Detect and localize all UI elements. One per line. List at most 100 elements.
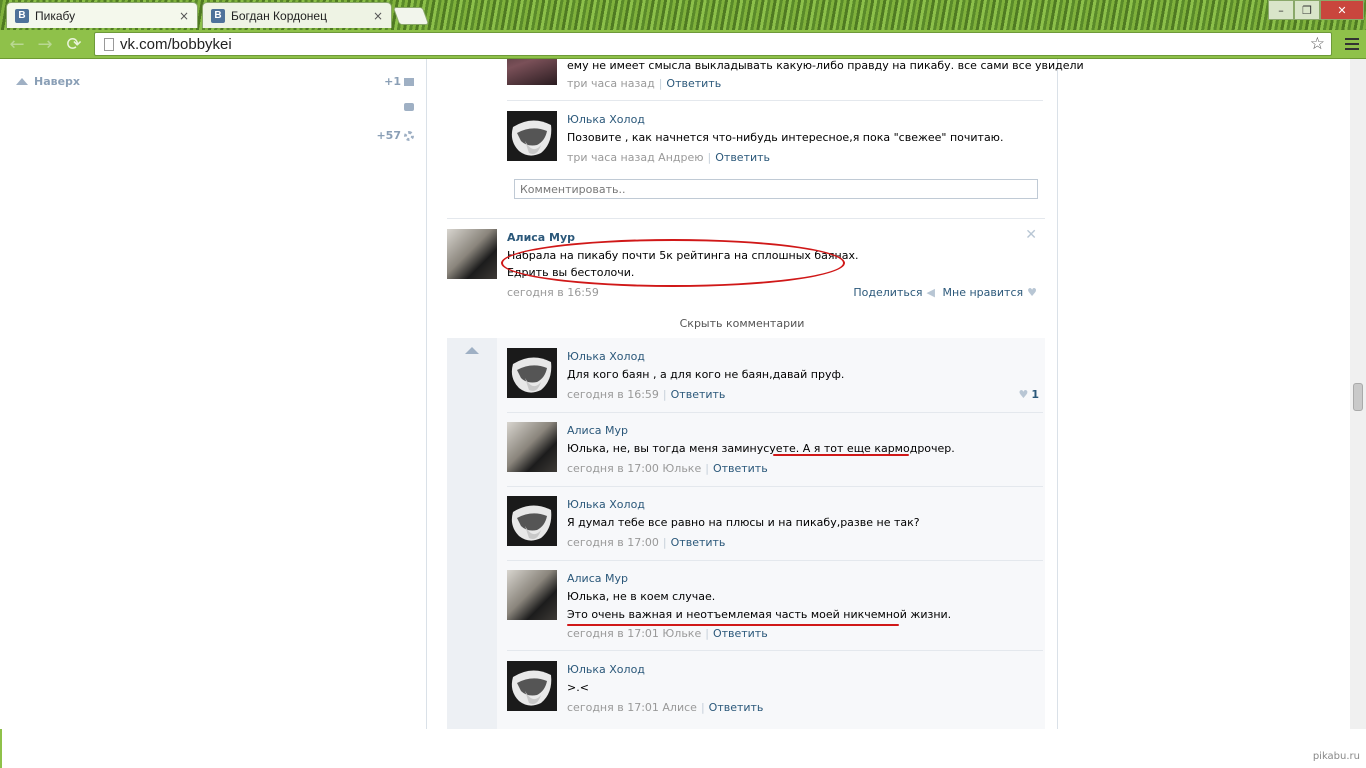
comment-text: Для кого баян , а для кого не баян,давай… bbox=[567, 368, 845, 381]
comment-time: три часа назад Андрею bbox=[567, 151, 704, 164]
scroll-up-link[interactable]: Наверх bbox=[16, 75, 80, 88]
reply-link[interactable]: Ответить bbox=[709, 701, 764, 714]
divider bbox=[507, 412, 1043, 413]
messages-counter[interactable]: +1 bbox=[384, 75, 414, 88]
tab-close-icon[interactable]: × bbox=[373, 9, 383, 23]
reply-link[interactable]: Ответить bbox=[713, 462, 768, 475]
comment-item: Алиса Мур Юлька, не, вы тогда меня замин… bbox=[507, 422, 1043, 496]
notifications-count: +57 bbox=[376, 129, 401, 142]
reply-link[interactable]: Ответить bbox=[715, 151, 770, 164]
comment-line: Это очень важная и неотъемлемая часть мо… bbox=[567, 608, 952, 621]
red-annotation-underline bbox=[567, 624, 899, 626]
rolling-stones-logo-icon bbox=[507, 111, 557, 161]
vk-page: Наверх +1 +57 ему не имеет смысла выклад… bbox=[0, 59, 1366, 729]
like-count: 1 bbox=[1031, 388, 1039, 401]
comment-time: сегодня в 17:01 Алисе bbox=[567, 701, 697, 714]
left-gutter: Наверх +1 +57 bbox=[0, 59, 426, 729]
comment-item: ему не имеет смысла выкладывать какую-ли… bbox=[507, 59, 1084, 103]
comment-text: ему не имеет смысла выкладывать какую-ли… bbox=[567, 59, 1084, 72]
rolling-stones-logo-icon bbox=[507, 661, 557, 711]
tab-title: Пикабу bbox=[35, 8, 76, 23]
url-text: vk.com/bobbykei bbox=[120, 35, 232, 53]
comment-meta: сегодня в 17:01 Юльке | Ответить bbox=[567, 627, 768, 640]
like-button[interactable]: Мне нравится ♥ bbox=[943, 286, 1037, 299]
back-arrow-icon[interactable]: ← bbox=[6, 33, 28, 55]
reply-link[interactable]: Ответить bbox=[666, 77, 721, 90]
comment-meta: сегодня в 17:00 | Ответить bbox=[567, 536, 726, 549]
vk-favicon-icon: B bbox=[211, 8, 225, 23]
comment-author[interactable]: Юлька Холод bbox=[567, 498, 645, 511]
divider bbox=[507, 100, 1043, 101]
avatar[interactable] bbox=[507, 422, 557, 472]
window-edge bbox=[0, 729, 2, 768]
avatar[interactable] bbox=[507, 111, 557, 161]
comment-author[interactable]: Юлька Холод bbox=[567, 350, 645, 363]
comment-meta: сегодня в 17:00 Юльке | Ответить bbox=[567, 462, 768, 475]
bookmark-star-icon[interactable]: ☆ bbox=[1310, 34, 1325, 54]
wall-content: ему не имеет смысла выкладывать какую-ли… bbox=[426, 59, 1084, 729]
comment-time: сегодня в 17:01 Юльке bbox=[567, 627, 702, 640]
comment-item: Юлька Холод >.< сегодня в 17:01 Алисе | От… bbox=[507, 661, 1043, 729]
maximize-button[interactable]: ❐ bbox=[1294, 0, 1320, 20]
red-annotation-ellipse bbox=[501, 239, 845, 287]
avatar[interactable] bbox=[507, 348, 557, 398]
share-button[interactable]: Поделиться ◀ bbox=[853, 286, 935, 299]
avatar[interactable] bbox=[507, 59, 557, 85]
address-bar[interactable]: vk.com/bobbykei ☆ bbox=[94, 32, 1332, 56]
mail-icon bbox=[404, 77, 414, 86]
reply-link[interactable]: Ответить bbox=[671, 388, 726, 401]
scroll-thumb[interactable] bbox=[1353, 383, 1363, 411]
avatar[interactable] bbox=[507, 570, 557, 620]
comment-time: сегодня в 16:59 bbox=[567, 388, 659, 401]
comment-author[interactable]: Юлька Холод bbox=[567, 663, 645, 676]
comment-meta: сегодня в 16:59 | Ответить bbox=[567, 388, 726, 401]
share-label: Поделиться bbox=[853, 286, 923, 299]
page-scrollbar[interactable] bbox=[1350, 59, 1366, 729]
divider bbox=[507, 650, 1043, 651]
hide-comments-link[interactable]: Скрыть комментарии bbox=[427, 317, 1057, 330]
watermark: pikabu.ru bbox=[1312, 751, 1360, 762]
close-icon[interactable]: ✕ bbox=[1025, 227, 1037, 243]
post-author[interactable]: Алиса Мур bbox=[507, 231, 575, 244]
collapse-up-icon[interactable] bbox=[465, 347, 479, 354]
red-annotation-underline bbox=[773, 454, 909, 456]
comment-author[interactable]: Алиса Мур bbox=[567, 572, 628, 585]
comment-like-button[interactable]: ♥ 1 bbox=[1018, 388, 1039, 401]
tab-title: Богдан Кордонец bbox=[231, 8, 327, 23]
avatar[interactable] bbox=[447, 229, 497, 279]
window-close-button[interactable]: ✕ bbox=[1320, 0, 1364, 20]
messages-count: +1 bbox=[384, 75, 401, 88]
megaphone-icon: ◀ bbox=[926, 286, 935, 299]
comment-line: Юлька, не в коем случае. bbox=[567, 590, 716, 603]
avatar[interactable] bbox=[507, 496, 557, 546]
avatar[interactable] bbox=[507, 661, 557, 711]
replies-rail bbox=[447, 338, 497, 729]
new-tab-button[interactable] bbox=[392, 7, 430, 25]
comment-item: Алиса Мур Юлька, не в коем случае. Это о… bbox=[507, 570, 1043, 660]
comment-author[interactable]: Алиса Мур bbox=[567, 424, 628, 437]
forward-arrow-icon[interactable]: → bbox=[34, 33, 56, 55]
minimize-button[interactable]: – bbox=[1268, 0, 1294, 20]
reply-link[interactable]: Ответить bbox=[671, 536, 726, 549]
reload-icon[interactable]: ⟳ bbox=[63, 33, 85, 55]
rolling-stones-logo-icon bbox=[507, 348, 557, 398]
menu-icon[interactable] bbox=[1342, 34, 1362, 54]
post-time[interactable]: сегодня в 16:59 bbox=[507, 286, 599, 299]
tab-pikabu[interactable]: B Пикабу × bbox=[6, 2, 198, 28]
reply-link[interactable]: Ответить bbox=[713, 627, 768, 640]
comment-text: Я думал тебе все равно на плюсы и на пик… bbox=[567, 516, 920, 529]
divider bbox=[507, 486, 1043, 487]
notifications-counter[interactable]: +57 bbox=[376, 129, 414, 142]
divider bbox=[507, 560, 1043, 561]
comment-input[interactable]: Комментировать.. bbox=[514, 179, 1038, 199]
comments-counter[interactable] bbox=[404, 103, 414, 111]
comment-time: три часа назад bbox=[567, 77, 655, 90]
comment-text: Юлька, не в коем случае. Это очень важна… bbox=[567, 588, 951, 624]
page-icon bbox=[104, 37, 114, 51]
heart-icon: ♥ bbox=[1027, 286, 1037, 299]
tab-close-icon[interactable]: × bbox=[179, 9, 189, 23]
like-label: Мне нравится bbox=[942, 286, 1024, 299]
comment-author[interactable]: Юлька Холод bbox=[567, 113, 645, 126]
tab-bogdan[interactable]: B Богдан Кордонец × bbox=[202, 2, 392, 28]
comment-item: Юлька Холод Позовите , как начнется что-… bbox=[507, 111, 1043, 175]
